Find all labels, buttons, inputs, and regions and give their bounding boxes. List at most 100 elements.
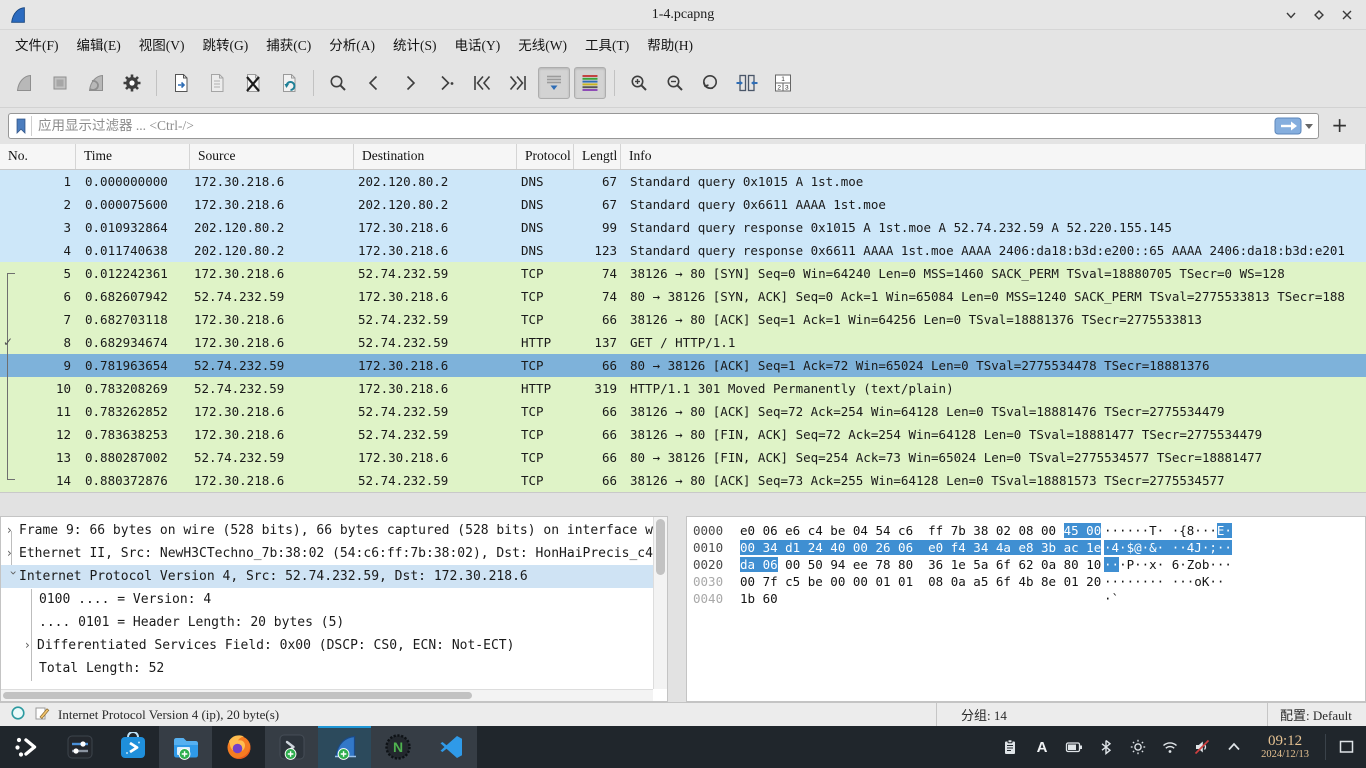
details-line-4[interactable]: .... 0101 = Header Length: 20 bytes (5) xyxy=(1,611,653,634)
file-open-button[interactable] xyxy=(165,67,197,99)
show-desktop-button[interactable] xyxy=(1334,734,1360,760)
column-header-dst[interactable]: Destination xyxy=(354,144,517,169)
menu-file[interactable]: 文件(F) xyxy=(6,31,68,57)
packet-row-11[interactable]: 110.783262852172.30.218.652.74.232.59TCP… xyxy=(0,400,1366,423)
tray-battery-icon[interactable] xyxy=(1061,734,1087,760)
tray-brightness-icon[interactable] xyxy=(1125,734,1151,760)
apply-filter-button[interactable] xyxy=(1274,117,1304,135)
file-reload-button[interactable] xyxy=(273,67,305,99)
pane-splitter-vertical[interactable] xyxy=(668,516,686,702)
packet-row-3[interactable]: 30.010932864202.120.80.2172.30.218.6DNS9… xyxy=(0,216,1366,239)
taskbar-app-neovim[interactable]: N xyxy=(371,726,424,768)
maximize-button[interactable] xyxy=(1310,6,1328,24)
menu-analyze[interactable]: 分析(A) xyxy=(320,31,384,57)
details-line-5[interactable]: ›Differentiated Services Field: 0x00 (DS… xyxy=(1,634,653,657)
hex-ascii[interactable]: ·` xyxy=(1104,590,1119,607)
details-line-2[interactable]: ›Internet Protocol Version 4, Src: 52.74… xyxy=(1,565,653,588)
packet-row-4[interactable]: 40.011740638202.120.80.2172.30.218.6DNS1… xyxy=(0,239,1366,262)
packet-row-8[interactable]: 80.682934674172.30.218.652.74.232.59HTTP… xyxy=(0,331,1366,354)
zoom-in-button[interactable] xyxy=(623,67,655,99)
find-packet-button[interactable] xyxy=(322,67,354,99)
packet-row-1[interactable]: 10.000000000172.30.218.6202.120.80.2DNS6… xyxy=(0,170,1366,193)
hex-ascii[interactable]: ······T· ·{8···E· xyxy=(1104,522,1232,539)
zoom-out-button[interactable] xyxy=(659,67,691,99)
details-vertical-scrollbar[interactable] xyxy=(653,517,667,689)
pane-splitter-horizontal[interactable] xyxy=(0,492,1366,516)
packet-row-2[interactable]: 20.000075600172.30.218.6202.120.80.2DNS6… xyxy=(0,193,1366,216)
taskbar-app-terminal[interactable] xyxy=(265,726,318,768)
taskbar-app-wireshark[interactable] xyxy=(318,726,371,768)
hex-row-0030[interactable]: 003000 7f c5 be 00 00 01 01 08 0a a5 6f … xyxy=(693,573,1365,590)
packet-row-12[interactable]: 120.783638253172.30.218.652.74.232.59TCP… xyxy=(0,423,1366,446)
expand-icon[interactable]: › xyxy=(7,542,19,565)
details-horizontal-scrollbar[interactable] xyxy=(1,689,653,701)
display-filter-input[interactable] xyxy=(32,118,1274,134)
packet-row-10[interactable]: 100.78320826952.74.232.59172.30.218.6HTT… xyxy=(0,377,1366,400)
capture-stop-button[interactable] xyxy=(44,67,76,99)
status-profile[interactable]: 配置: Default xyxy=(1268,705,1366,724)
packet-row-5[interactable]: 50.012242361172.30.218.652.74.232.59TCP7… xyxy=(0,262,1366,285)
go-forward-button[interactable] xyxy=(394,67,426,99)
tray-input-method-icon[interactable]: A xyxy=(1029,734,1055,760)
hex-ascii[interactable]: ········ ···oK·· xyxy=(1104,573,1224,590)
tray-arrow-up-icon[interactable] xyxy=(1221,734,1247,760)
resize-columns-button[interactable] xyxy=(731,67,763,99)
column-header-no[interactable]: No. xyxy=(0,144,76,169)
go-last-button[interactable] xyxy=(502,67,534,99)
column-header-time[interactable]: Time xyxy=(76,144,190,169)
close-button[interactable] xyxy=(1338,6,1356,24)
taskbar-app-app-store[interactable] xyxy=(106,726,159,768)
packet-row-13[interactable]: 130.88028700252.74.232.59172.30.218.6TCP… xyxy=(0,446,1366,469)
zoom-reset-button[interactable] xyxy=(695,67,727,99)
filter-history-dropdown-icon[interactable] xyxy=(1304,117,1314,135)
taskbar-app-control-center[interactable] xyxy=(53,726,106,768)
add-filter-button[interactable]: + xyxy=(1319,113,1358,139)
hex-row-0020[interactable]: 0020da 06 00 50 94 ee 78 80 36 1e 5a 6f … xyxy=(693,556,1365,573)
hex-ascii[interactable]: ·4·$@·&· ··4J·;·· xyxy=(1104,539,1232,556)
details-line-3[interactable]: 0100 .... = Version: 4 xyxy=(1,588,653,611)
go-first-button[interactable] xyxy=(466,67,498,99)
taskbar-app-launcher[interactable] xyxy=(0,726,53,768)
capture-comment-icon[interactable] xyxy=(34,705,50,725)
menu-statistics[interactable]: 统计(S) xyxy=(384,31,446,57)
tray-wifi-icon[interactable] xyxy=(1157,734,1183,760)
expand-icon[interactable]: › xyxy=(7,519,19,542)
bookmark-icon[interactable] xyxy=(13,116,32,136)
hex-row-0010[interactable]: 001000 34 d1 24 40 00 26 06 e0 f4 34 4a … xyxy=(693,539,1365,556)
menu-help[interactable]: 帮助(H) xyxy=(638,31,702,57)
tray-bluetooth-icon[interactable] xyxy=(1093,734,1119,760)
capture-start-button[interactable] xyxy=(8,67,40,99)
taskbar-clock[interactable]: 09:12 2024/12/13 xyxy=(1253,734,1317,761)
hex-bytes[interactable]: 00 34 d1 24 40 00 26 06 e0 f4 34 4a e8 3… xyxy=(740,539,1097,556)
packet-row-14[interactable]: 140.880372876172.30.218.652.74.232.59TCP… xyxy=(0,469,1366,492)
file-close-button[interactable] xyxy=(237,67,269,99)
packet-row-9[interactable]: 90.78196365452.74.232.59172.30.218.6TCP6… xyxy=(0,354,1366,377)
menu-tools[interactable]: 工具(T) xyxy=(576,31,638,57)
capture-options-button[interactable] xyxy=(116,67,148,99)
capture-restart-button[interactable] xyxy=(80,67,112,99)
hex-bytes[interactable]: 1b 60 xyxy=(740,590,1097,607)
details-line-1[interactable]: ›Ethernet II, Src: NewH3CTechno_7b:38:02… xyxy=(1,542,653,565)
tray-volume-muted-icon[interactable] xyxy=(1189,734,1215,760)
hex-bytes[interactable]: e0 06 e6 c4 be 04 54 c6 ff 7b 38 02 08 0… xyxy=(740,522,1097,539)
taskbar-app-vscode[interactable] xyxy=(424,726,477,768)
number-columns-button[interactable]: 123 xyxy=(767,67,799,99)
taskbar-app-firefox[interactable] xyxy=(212,726,265,768)
taskbar-app-file-manager[interactable] xyxy=(159,726,212,768)
hex-ascii[interactable]: ···P··x· 6·Zob··· xyxy=(1104,556,1232,573)
details-line-6[interactable]: Total Length: 52 xyxy=(1,657,653,680)
collapse-icon[interactable]: › xyxy=(2,571,25,583)
column-header-len[interactable]: Lengtl xyxy=(574,144,621,169)
column-header-info[interactable]: Info xyxy=(621,144,1366,169)
packet-row-6[interactable]: 60.68260794252.74.232.59172.30.218.6TCP7… xyxy=(0,285,1366,308)
minimize-button[interactable] xyxy=(1282,6,1300,24)
file-save-button[interactable] xyxy=(201,67,233,99)
go-back-button[interactable] xyxy=(358,67,390,99)
expand-icon[interactable]: › xyxy=(25,634,37,657)
auto-scroll-button[interactable] xyxy=(538,67,570,99)
tray-clipboard-icon[interactable] xyxy=(997,734,1023,760)
go-to-packet-button[interactable] xyxy=(430,67,462,99)
menu-edit[interactable]: 编辑(E) xyxy=(68,31,130,57)
hex-bytes[interactable]: 00 7f c5 be 00 00 01 01 08 0a a5 6f 4b 8… xyxy=(740,573,1097,590)
column-header-pro[interactable]: Protocol xyxy=(517,144,574,169)
